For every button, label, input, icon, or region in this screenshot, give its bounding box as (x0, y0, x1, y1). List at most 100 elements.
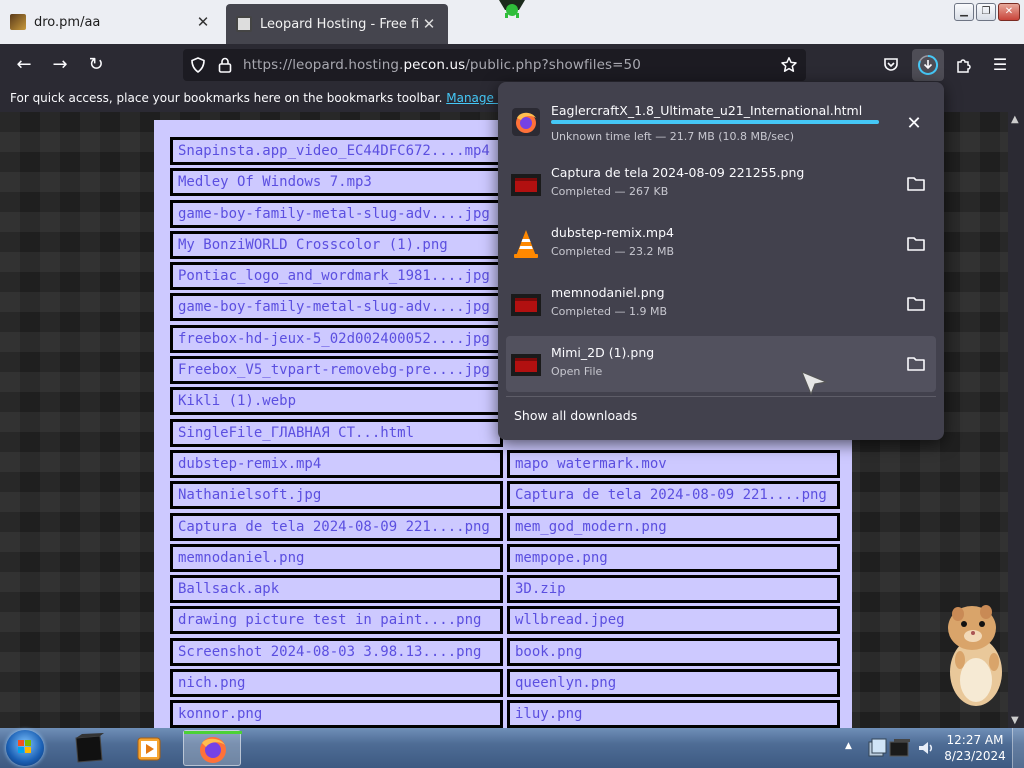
lock-icon[interactable] (217, 56, 233, 74)
taskbar-app-media[interactable] (120, 730, 178, 766)
shield-icon[interactable] (189, 56, 207, 74)
network-icon[interactable] (888, 736, 912, 760)
restore-icon[interactable]: ❐ (976, 3, 996, 21)
tab-label: Leopard Hosting - Free file hosting (260, 16, 420, 32)
download-status: Completed — 267 KB (551, 185, 669, 198)
tray-expand-icon[interactable]: ▲ (845, 741, 852, 751)
open-folder-icon[interactable] (904, 292, 928, 316)
divider (506, 396, 936, 397)
volume-icon[interactable] (916, 738, 936, 758)
window-close-icon[interactable]: ✕ (998, 3, 1020, 21)
address-bar[interactable]: https://leopard.hosting.pecon.us/public.… (183, 49, 806, 81)
file-link[interactable]: game-boy-family-metal-slug-adv....jpg (170, 199, 503, 228)
file-link[interactable]: iluy.png (507, 700, 840, 729)
file-link[interactable]: Ballsack.apk (170, 575, 503, 604)
show-desktop-button[interactable] (1012, 728, 1024, 768)
image-file-icon (510, 348, 542, 380)
downloads-button[interactable] (912, 49, 944, 81)
cancel-download-icon[interactable]: ✕ (904, 114, 924, 134)
file-link[interactable]: Freebox_V5_tvpart-removebg-pre....jpg (170, 356, 503, 385)
download-filename: Captura de tela 2024-08-09 221255.png (551, 165, 805, 180)
download-item[interactable]: memnodaniel.png Completed — 1.9 MB (506, 276, 936, 332)
download-filename: Mimi_2D (1).png (551, 345, 655, 360)
download-filename: dubstep-remix.mp4 (551, 225, 674, 240)
download-filename: EaglercraftX_1.8_Ultimate_u21_Internatio… (551, 103, 863, 118)
open-folder-icon[interactable] (904, 232, 928, 256)
file-row: Captura de tela 2024-08-09 221....png mem… (170, 512, 840, 544)
download-status: Completed — 23.2 MB (551, 245, 675, 258)
url-text[interactable]: https://leopard.hosting.pecon.us/public.… (243, 57, 641, 73)
minimize-icon[interactable]: ▁ (954, 3, 974, 21)
back-icon[interactable]: ← (12, 53, 36, 77)
file-link[interactable]: mempope.png (507, 543, 840, 572)
file-link[interactable]: mem_god_modern.png (507, 512, 840, 541)
file-link[interactable]: memnodaniel.png (170, 543, 503, 572)
download-item[interactable]: dubstep-remix.mp4 Completed — 23.2 MB (506, 216, 936, 272)
open-folder-icon[interactable] (904, 172, 928, 196)
file-row: memnodaniel.png mempope.png (170, 543, 840, 575)
bookmark-star-icon[interactable] (780, 56, 798, 74)
download-status: Completed — 1.9 MB (551, 305, 668, 318)
leopard-favicon-icon (236, 16, 252, 32)
file-link[interactable]: queenlyn.png (507, 669, 840, 698)
scroll-up-icon[interactable]: ▲ (1011, 114, 1019, 125)
url-domain: pecon.us (403, 57, 466, 73)
tab-close-icon[interactable]: ✕ (194, 13, 212, 31)
scrollbar[interactable]: ▲ ▼ (1008, 112, 1024, 728)
taskbar-app-firefox[interactable] (183, 730, 242, 766)
extensions-icon[interactable] (955, 56, 973, 74)
tab-leopard-hosting[interactable]: Leopard Hosting - Free file hosting ✕ (226, 4, 448, 44)
download-status: Unknown time left — 21.7 MB (10.8 MB/sec… (551, 130, 795, 143)
file-link[interactable]: Medley Of Windows 7.mp3 (170, 168, 503, 197)
download-item[interactable]: Mimi_2D (1).png Open File (506, 336, 936, 392)
menu-icon[interactable]: ☰ (988, 53, 1012, 77)
action-center-icon[interactable] (866, 736, 888, 760)
file-link[interactable]: My BonziWORLD Crosscolor (1).png (170, 230, 503, 259)
taskbar-app-device[interactable] (60, 730, 118, 766)
file-link[interactable]: freebox-hd-jeux-5_02d002400052....jpg (170, 324, 503, 353)
file-row: nich.png queenlyn.png (170, 669, 840, 700)
show-all-downloads-button[interactable]: Show all downloads (514, 408, 637, 423)
tab-close-icon[interactable]: ✕ (420, 15, 438, 33)
hamster-image (948, 605, 1002, 706)
tab-bar: dro.pm/aa ✕ Leopard Hosting - Free file … (0, 0, 1024, 44)
file-link[interactable]: Snapinsta.app_video_EC44DFC672....mp4 (170, 137, 503, 165)
tab-dro-pm[interactable]: dro.pm/aa ✕ (0, 4, 222, 40)
firefox-icon (184, 731, 242, 763)
file-link[interactable]: konnor.png (170, 700, 503, 729)
navigation-bar: ← → ↻ https://leopard.hosting.pecon.us/p… (0, 44, 1024, 86)
file-link[interactable]: wllbread.jpeg (507, 606, 840, 635)
clock-date: 8/23/2024 (944, 749, 1006, 763)
file-link[interactable]: Captura de tela 2024-08-09 221....png (170, 512, 503, 541)
download-filename: memnodaniel.png (551, 285, 665, 300)
file-link[interactable]: SingleFile_ГЛАВНАЯ СТ...html (170, 418, 503, 447)
file-link[interactable]: drawing picture test in paint....png (170, 606, 503, 635)
bookmarks-hint: For quick access, place your bookmarks h… (10, 91, 443, 105)
file-link[interactable]: dubstep-remix.mp4 (170, 449, 503, 478)
file-link[interactable]: book.png (507, 637, 840, 666)
start-button[interactable] (6, 730, 44, 766)
file-link[interactable]: Nathanielsoft.jpg (170, 481, 503, 510)
tab-label: dro.pm/aa (34, 14, 101, 30)
file-row: dubstep-remix.mp4 mapo watermark.mov (170, 449, 840, 481)
file-link[interactable]: Kikli (1).webp (170, 387, 503, 416)
download-item[interactable]: EaglercraftX_1.8_Ultimate_u21_Internatio… (506, 94, 936, 150)
pocket-icon[interactable] (882, 56, 900, 74)
progress-fill (551, 120, 879, 124)
downloads-panel: EaglercraftX_1.8_Ultimate_u21_Internatio… (498, 82, 944, 440)
download-status: Open File (551, 365, 603, 378)
system-clock[interactable]: 12:27 AM 8/23/2024 (944, 732, 1006, 764)
file-link[interactable]: game-boy-family-metal-slug-adv....jpg (170, 293, 503, 322)
forward-icon[interactable]: → (48, 53, 72, 77)
file-link[interactable]: Pontiac_logo_and_wordmark_1981....jpg (170, 262, 503, 291)
file-link[interactable]: mapo watermark.mov (507, 449, 840, 478)
scroll-down-icon[interactable]: ▼ (1011, 715, 1019, 726)
reload-icon[interactable]: ↻ (84, 53, 108, 77)
media-player-icon (137, 737, 161, 761)
file-link[interactable]: Captura de tela 2024-08-09 221....png (507, 481, 840, 510)
open-folder-icon[interactable] (904, 352, 928, 376)
file-link[interactable]: nich.png (170, 669, 503, 698)
file-link[interactable]: Screenshot 2024-08-03 3.98.13....png (170, 637, 503, 666)
file-link[interactable]: 3D.zip (507, 575, 840, 604)
download-item[interactable]: Captura de tela 2024-08-09 221255.png Com… (506, 156, 936, 212)
